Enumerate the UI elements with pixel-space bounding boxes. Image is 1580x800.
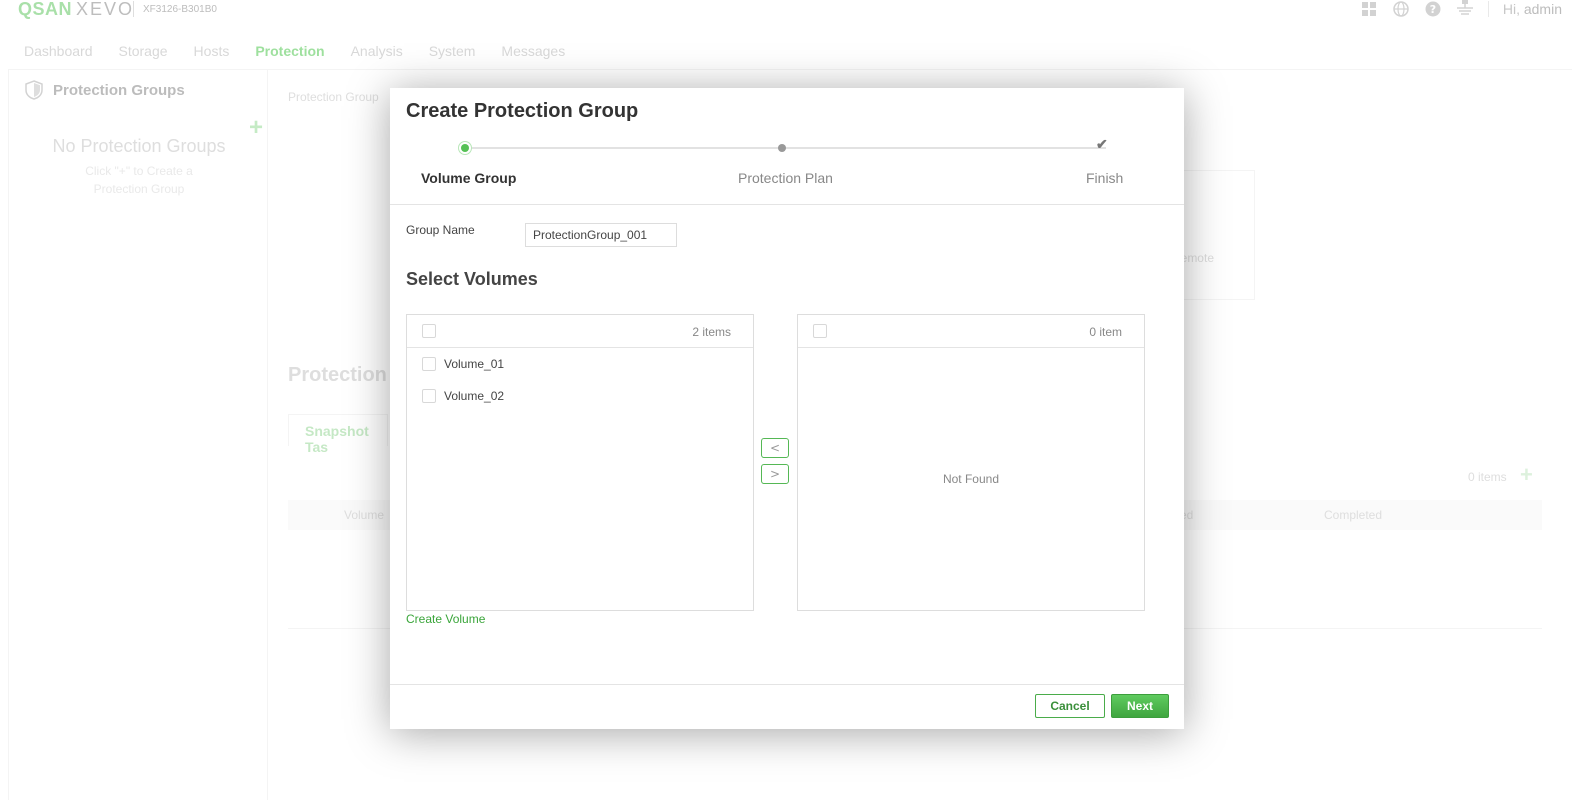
available-count: 2 items xyxy=(692,325,731,339)
move-left-button[interactable]: < xyxy=(761,438,789,458)
step-protection-plan: Protection Plan xyxy=(738,170,833,186)
volume-checkbox[interactable] xyxy=(422,357,436,371)
available-volumes-header: 2 items xyxy=(407,315,753,348)
step-finish: Finish xyxy=(1086,170,1124,186)
group-name-label: Group Name xyxy=(406,223,475,237)
step-volume-group: Volume Group xyxy=(421,170,517,186)
volume-label: Volume_01 xyxy=(444,357,505,371)
next-button[interactable]: Next xyxy=(1111,694,1169,718)
selected-count: 0 item xyxy=(1089,325,1122,339)
dialog-title: Create Protection Group xyxy=(406,100,639,122)
selected-volumes-panel: 0 item Not Found xyxy=(797,314,1145,611)
stepper-line xyxy=(466,147,1106,149)
list-item[interactable]: Volume_01 xyxy=(407,348,753,380)
volume-label: Volume_02 xyxy=(444,389,505,403)
footer-divider xyxy=(390,684,1184,685)
create-protection-group-dialog: Create Protection Group ✔ Volume Group P… xyxy=(390,88,1184,729)
cancel-button[interactable]: Cancel xyxy=(1035,694,1105,718)
volume-checkbox[interactable] xyxy=(422,389,436,403)
header-divider xyxy=(390,204,1184,205)
empty-message: Not Found xyxy=(942,472,1000,486)
step-dot-volume-group xyxy=(458,141,472,155)
available-volumes-panel: 2 items Volume_01 Volume_02 xyxy=(406,314,754,611)
group-name-input[interactable] xyxy=(525,223,677,247)
checkmark-icon: ✔ xyxy=(1096,136,1108,152)
move-right-button[interactable]: > xyxy=(761,464,789,484)
list-item[interactable]: Volume_02 xyxy=(407,380,753,412)
select-all-selected-checkbox[interactable] xyxy=(813,324,827,338)
selected-volumes-header: 0 item xyxy=(798,315,1144,348)
select-all-available-checkbox[interactable] xyxy=(422,324,436,338)
wizard-stepper: ✔ Volume Group Protection Plan Finish xyxy=(390,136,1184,198)
select-volumes-title: Select Volumes xyxy=(406,269,538,289)
step-dot-protection-plan xyxy=(778,144,786,152)
create-volume-link[interactable]: Create Volume xyxy=(406,612,485,626)
